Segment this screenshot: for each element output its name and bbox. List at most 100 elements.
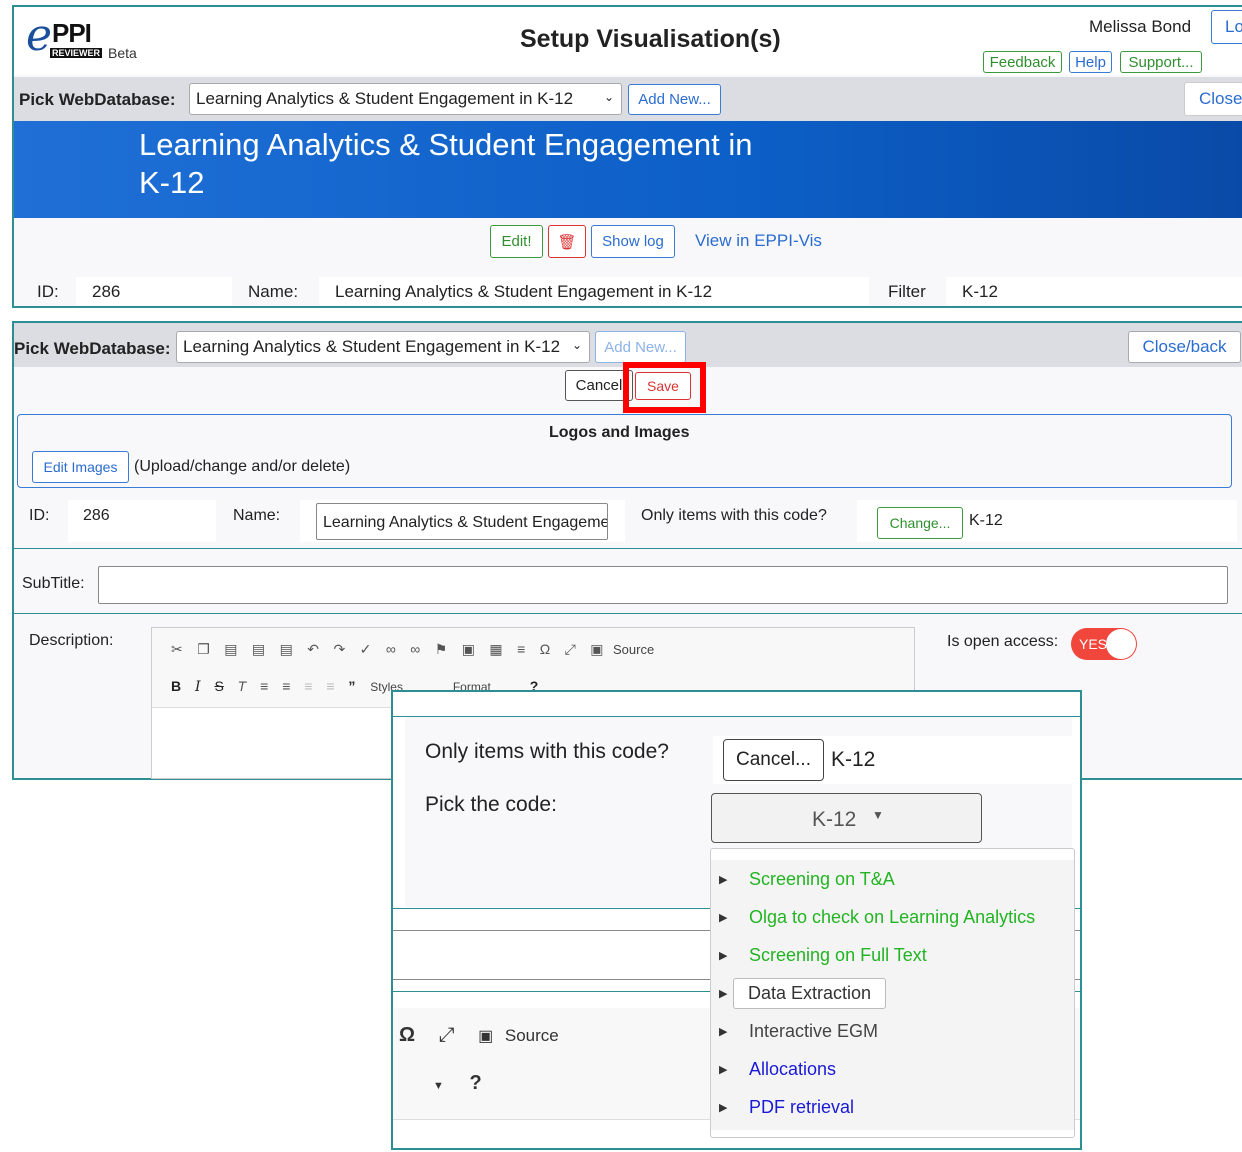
- source-icon[interactable]: ▣: [590, 641, 603, 658]
- tree-item[interactable]: ▶ Data Extraction: [711, 974, 1073, 1012]
- bullet-list-icon[interactable]: ≡: [282, 678, 290, 694]
- special-char-icon[interactable]: Ω: [540, 641, 550, 657]
- toggle-text: YES: [1079, 636, 1108, 652]
- maximize-icon[interactable]: ⤢: [439, 1024, 455, 1046]
- expand-triangle-icon[interactable]: ▶: [719, 987, 733, 1000]
- remove-format-icon[interactable]: T: [238, 678, 247, 694]
- logo-text: PPI: [52, 18, 92, 48]
- expand-triangle-icon[interactable]: ▶: [719, 1025, 733, 1038]
- expand-triangle-icon[interactable]: ▶: [719, 1063, 733, 1076]
- paste-word-icon[interactable]: ▤: [280, 641, 293, 658]
- pick-code-dropdown[interactable]: K-12 ▼: [711, 793, 982, 843]
- tree-item[interactable]: ▶ Allocations: [711, 1050, 1073, 1088]
- save-button[interactable]: Save: [635, 372, 691, 400]
- description-label: Description:: [29, 632, 114, 649]
- delete-button[interactable]: 🗑: [548, 225, 586, 258]
- page-title: Setup Visualisation(s): [520, 25, 781, 53]
- expand-triangle-icon[interactable]: ▶: [719, 949, 733, 962]
- expand-triangle-icon[interactable]: ▶: [719, 1101, 733, 1114]
- edit-code-value: K-12: [969, 512, 1003, 529]
- indent-icon[interactable]: ≡: [326, 678, 334, 694]
- zoom-cancel-button[interactable]: Cancel...: [723, 739, 824, 781]
- change-code-button[interactable]: Change...: [877, 507, 963, 539]
- logo-e-icon: e: [26, 10, 53, 61]
- table-icon[interactable]: ▦: [489, 641, 502, 658]
- logo[interactable]: e PPI REVIEWER Beta: [24, 14, 144, 64]
- spellcheck-icon[interactable]: ✓: [360, 641, 372, 658]
- strike-icon[interactable]: S: [214, 678, 223, 694]
- maximize-icon[interactable]: ⤢: [565, 641, 576, 658]
- edit-add-new-button[interactable]: Add New...: [595, 331, 686, 363]
- tree-item[interactable]: ▶ Screening on Full Text: [711, 936, 1073, 974]
- tree-item[interactable]: ▶ Screening on T&A: [711, 860, 1073, 898]
- show-log-button[interactable]: Show log: [591, 225, 675, 258]
- tree-item-label[interactable]: Data Extraction: [733, 977, 887, 1009]
- blockquote-icon[interactable]: ”: [348, 678, 355, 694]
- redo-icon[interactable]: ↷: [333, 641, 345, 658]
- edit-pick-select[interactable]: Learning Analytics & Student Engagement …: [176, 331, 590, 363]
- expand-triangle-icon[interactable]: ▶: [719, 873, 733, 886]
- top-close-button[interactable]: Close: [1184, 82, 1242, 116]
- zoom-toolbar-row2: ▼ ?: [433, 1072, 482, 1095]
- cut-icon[interactable]: ✂: [171, 641, 183, 658]
- copy-icon[interactable]: ❐: [197, 641, 210, 658]
- tree-item[interactable]: ▶ Interactive EGM: [711, 1012, 1073, 1050]
- open-access-toggle[interactable]: YES: [1071, 628, 1137, 660]
- top-pick-select-value: Learning Analytics & Student Engagement …: [196, 89, 574, 108]
- undo-icon[interactable]: ↶: [307, 641, 319, 658]
- tree-item[interactable]: ▶ Olga to check on Learning Analytics: [711, 898, 1073, 936]
- close-back-button[interactable]: Close/back: [1128, 331, 1241, 363]
- bold-icon[interactable]: B: [171, 678, 181, 694]
- source-button-label[interactable]: Source: [613, 642, 654, 657]
- edit-pick-select-value: Learning Analytics & Student Engagement …: [183, 337, 561, 356]
- help-icon[interactable]: ?: [469, 1072, 481, 1094]
- edit-images-button[interactable]: Edit Images: [32, 451, 129, 483]
- unlink-icon[interactable]: ∞: [410, 641, 420, 657]
- support-button[interactable]: Support...: [1120, 51, 1202, 73]
- horizontal-line-icon[interactable]: ≡: [517, 641, 525, 657]
- caret-down-icon: ▼: [872, 808, 884, 822]
- tree-item-label[interactable]: Screening on Full Text: [749, 945, 927, 966]
- feedback-button[interactable]: Feedback: [983, 51, 1062, 73]
- top-pick-select[interactable]: Learning Analytics & Student Engagement …: [189, 83, 622, 115]
- tree-item[interactable]: ▶ PDF retrieval: [711, 1088, 1073, 1126]
- special-char-icon[interactable]: Ω: [399, 1024, 415, 1046]
- edit-button[interactable]: Edit!: [490, 225, 543, 258]
- expand-triangle-icon[interactable]: ▶: [719, 911, 733, 924]
- italic-icon[interactable]: I: [195, 679, 201, 695]
- edit-images-note: (Upload/change and/or delete): [134, 458, 351, 475]
- tree-item-label[interactable]: Interactive EGM: [749, 1021, 878, 1042]
- tree-item-label[interactable]: Allocations: [749, 1059, 836, 1080]
- image-icon[interactable]: ▣: [462, 641, 475, 658]
- tree-item-label[interactable]: Screening on T&A: [749, 869, 895, 890]
- view-in-eppi-vis-link[interactable]: View in EPPI-Vis: [695, 231, 822, 251]
- logo-sub: REVIEWER: [50, 48, 103, 58]
- code-tree-dropdown: ▶ Screening on T&A ▶ Olga to check on Learn…: [710, 848, 1075, 1138]
- edit-id-label: ID:: [29, 507, 50, 524]
- link-icon[interactable]: ∞: [386, 641, 396, 657]
- logout-button[interactable]: Lo: [1211, 10, 1242, 44]
- tree-item-label[interactable]: PDF retrieval: [749, 1097, 854, 1118]
- toggle-knob: [1106, 629, 1136, 659]
- zoom-source-label[interactable]: Source: [505, 1026, 559, 1045]
- name-input-value: Learning Analytics & Student Engagement …: [323, 514, 607, 531]
- zoom-code-value: K-12: [831, 748, 876, 771]
- paste-icon[interactable]: ▤: [224, 641, 237, 658]
- info-filter-label: Filter: [888, 282, 926, 301]
- edit-id-value: 286: [83, 507, 110, 524]
- outdent-icon[interactable]: ≡: [304, 678, 312, 694]
- caret-down-icon[interactable]: ▼: [433, 1080, 444, 1092]
- info-id-label: ID:: [37, 282, 59, 301]
- open-access-label: Is open access:: [947, 633, 1059, 650]
- subtitle-input[interactable]: [98, 566, 1228, 604]
- numbered-list-icon[interactable]: ≡: [260, 678, 268, 694]
- help-button[interactable]: Help: [1069, 51, 1112, 73]
- paste-text-icon[interactable]: ▤: [252, 641, 265, 658]
- pick-code-dropdown-value: K-12: [812, 808, 857, 831]
- source-icon[interactable]: ▣: [478, 1028, 493, 1045]
- top-add-new-button[interactable]: Add New...: [628, 84, 721, 115]
- tree-item-label[interactable]: Olga to check on Learning Analytics: [749, 907, 1035, 928]
- logo-beta: Beta: [108, 45, 137, 61]
- anchor-flag-icon[interactable]: ⚑: [435, 641, 448, 658]
- name-input[interactable]: Learning Analytics & Student Engagement …: [316, 503, 608, 540]
